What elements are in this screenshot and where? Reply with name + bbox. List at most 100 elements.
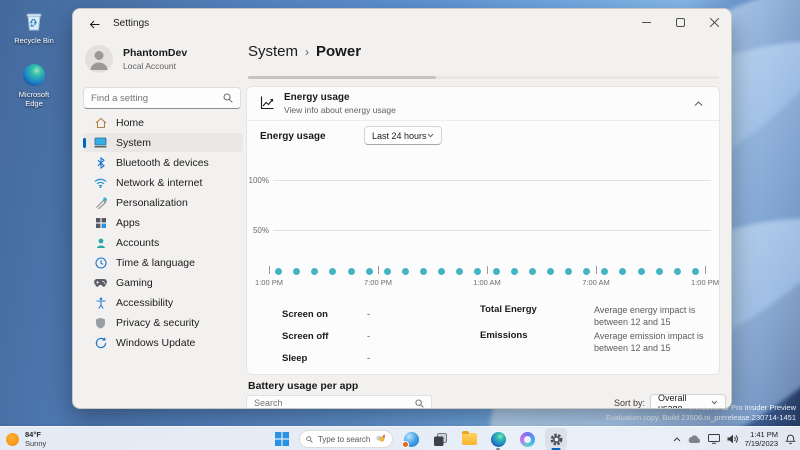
network-icon [94,176,107,189]
avatar [85,45,113,73]
user-account[interactable]: PhantomDev Local Account [85,45,187,73]
copilot-icon[interactable] [516,428,538,450]
energy-data-point [365,268,373,275]
scrollbar-thumb[interactable] [248,76,437,79]
settings-gear-icon[interactable] [545,428,567,450]
settings-search-input[interactable]: Find a setting [83,87,241,109]
sidebar-item-personalization[interactable]: Personalization [83,193,243,212]
file-explorer-icon[interactable] [458,428,480,450]
titlebar[interactable]: Settings [73,9,731,39]
sidebar-item-time-language[interactable]: Time & language [83,253,243,272]
recycle-bin-icon [21,8,47,34]
account-type: Local Account [123,61,176,71]
time-range-dropdown[interactable]: Last 24 hours [364,126,442,145]
energy-usage-row-label: Energy usage [260,131,326,142]
close-button[interactable] [697,9,731,35]
energy-chart-icon [260,96,274,110]
stat-value: - [367,331,370,341]
energy-data-point [528,268,536,275]
chevron-up-icon[interactable] [691,97,705,111]
x-axis-tick [269,266,270,274]
notification-bell-icon[interactable] [785,434,796,445]
divider [247,120,719,121]
energy-data-point [673,268,681,275]
system-icon [94,136,107,149]
task-view-icon[interactable] [429,428,451,450]
sidebar-item-home[interactable]: Home [83,113,243,132]
energy-data-point [510,268,518,275]
system-tray: 1:41 PM 7/19/2023 [673,427,796,450]
sidebar-item-network-internet[interactable]: Network & internet [83,173,243,192]
y-axis-label-50: 50% [252,226,269,235]
taskbar-clock[interactable]: 1:41 PM 7/19/2023 [745,430,778,449]
energy-data-point [601,268,609,275]
hidden-icons-chevron[interactable] [673,436,681,442]
stat-label: Screen off [282,331,329,342]
sidebar-item-gaming[interactable]: Gaming [83,273,243,292]
weather-temperature: 84°F [25,430,41,439]
start-button[interactable] [272,429,292,449]
chevron-down-icon [711,400,718,405]
taskbar-search-placeholder: Type to search [317,434,371,444]
energy-card-header[interactable]: Energy usage View info about energy usag… [247,87,719,120]
privacy-security-icon [94,316,107,329]
chart-data-points [275,268,699,275]
energy-data-point [383,268,391,275]
desktop-icon-edge[interactable]: Microsoft Edge [8,62,60,108]
energy-data-point [401,268,409,275]
sidebar-item-accounts[interactable]: Accounts [83,233,243,252]
sidebar-item-label: Apps [116,216,140,229]
maximize-button[interactable] [663,9,697,35]
bing-chat-icon[interactable] [400,428,422,450]
stat-label: Sleep [282,353,308,364]
breadcrumb-parent[interactable]: System [248,43,298,60]
x-axis-tick [705,266,706,274]
sidebar-item-label: Home [116,116,145,129]
horizontal-scrollbar[interactable] [248,76,719,79]
volume-icon[interactable] [727,434,738,444]
stat-label: Emissions [480,330,528,341]
sidebar-item-label: Time & language [116,256,195,269]
energy-card-title: Energy usage [284,92,350,103]
chevron-down-icon [427,133,434,138]
stat-value: Average emission impact is between 12 an… [594,331,704,354]
sidebar-item-label: Accounts [116,236,160,249]
sidebar-item-accessibility[interactable]: Accessibility [83,293,243,312]
bluetooth-icon [94,156,107,169]
onedrive-cloud-icon[interactable] [688,434,701,444]
sidebar-item-apps[interactable]: Apps [83,213,243,232]
battery-search-placeholder: Search [254,398,283,408]
stat-label: Total Energy [480,304,537,315]
sort-dropdown[interactable]: Overall usage [650,392,726,409]
weather-widget[interactable]: 84°F Sunny [6,430,46,448]
sidebar-item-label: Windows Update [116,336,196,349]
x-axis-tick-label: 1:00 PM [691,278,719,287]
energy-data-point [438,268,446,275]
energy-data-point [311,268,319,275]
sort-value: Overall usage [658,392,687,409]
apps-icon [94,216,107,229]
sidebar-item-bluetooth-devices[interactable]: Bluetooth & devices [83,153,243,172]
y-axis-label-100: 100% [248,176,269,185]
sidebar-item-system[interactable]: System [83,133,243,152]
user-name: PhantomDev [123,47,188,59]
display-cast-icon[interactable] [707,434,720,444]
search-icon [223,93,233,103]
minimize-button[interactable] [629,9,663,35]
desktop-icon-recycle-bin[interactable]: Recycle Bin [8,8,60,45]
edge-icon[interactable] [487,428,509,450]
energy-data-point [347,268,355,275]
edge-icon [21,62,47,88]
sidebar-item-windows-update[interactable]: Windows Update [83,333,243,352]
search-icon [415,398,424,408]
taskbar-search[interactable]: Type to search [299,430,393,448]
accessibility-icon [94,296,107,309]
battery-search-input[interactable]: Search [246,395,432,408]
back-button[interactable] [85,16,103,32]
sidebar-item-privacy-security[interactable]: Privacy & security [83,313,243,332]
x-axis-tick-label: 1:00 PM [255,278,283,287]
settings-window: Settings PhantomDev Local Account Find a… [72,8,732,409]
tray-time: 1:41 PM [750,429,778,439]
home-icon [94,116,107,129]
energy-data-point [420,268,427,275]
